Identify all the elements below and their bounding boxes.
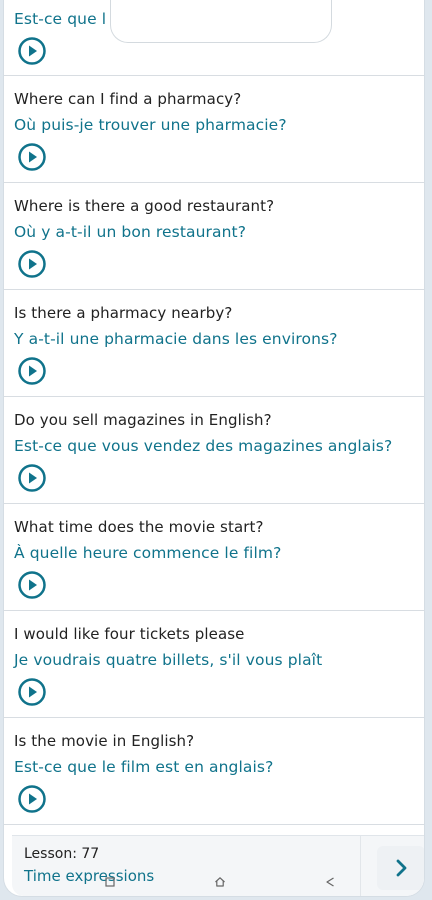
french-phrase: Je voudrais quatre billets, s'il vous pl… <box>14 651 323 669</box>
french-phrase: Est-ce que vous vendez des magazines ang… <box>14 437 393 455</box>
play-circle-icon <box>18 250 46 278</box>
phrase-item-3: Where is there a good restaurant? Où y a… <box>4 183 424 290</box>
english-phrase: Do you sell magazines in English? <box>14 411 272 429</box>
recent-apps-icon <box>105 877 115 887</box>
footer-separator <box>360 836 361 896</box>
play-circle-icon <box>18 678 46 706</box>
play-button[interactable] <box>17 570 47 600</box>
french-phrase: Où puis-je trouver une pharmacie? <box>14 116 287 134</box>
home-icon <box>215 877 225 887</box>
play-circle-icon <box>18 785 46 813</box>
french-phrase: Est-ce que le film est en anglais? <box>14 758 274 776</box>
phrase-item-5: Do you sell magazines in English? Est-ce… <box>4 397 424 504</box>
french-phrase: Où y a-t-il un bon restaurant? <box>14 223 247 241</box>
english-phrase: Is the movie in English? <box>14 732 195 750</box>
play-button[interactable] <box>17 142 47 172</box>
play-circle-icon <box>18 571 46 599</box>
french-phrase: Est-ce que l <box>14 10 107 28</box>
english-phrase: What time does the movie start? <box>14 518 264 536</box>
french-phrase: À quelle heure commence le film? <box>14 544 282 562</box>
play-button[interactable] <box>17 784 47 814</box>
recent-apps-button[interactable] <box>103 875 117 889</box>
phrase-item-8: Is the movie in English? Est-ce que le f… <box>4 718 424 825</box>
play-button[interactable] <box>17 249 47 279</box>
phrase-item-4: Is there a pharmacy nearby? Y a-t-il une… <box>4 290 424 397</box>
lesson-number: Lesson: 77 <box>24 846 100 862</box>
english-phrase: Where is there a good restaurant? <box>14 197 275 215</box>
phrase-item-2: Where can I find a pharmacy? Où puis-je … <box>4 76 424 183</box>
phrase-item-6: What time does the movie start? À quelle… <box>4 504 424 611</box>
top-notch <box>110 0 332 43</box>
english-phrase: I would like four tickets please <box>14 625 245 643</box>
phrase-item-7: I would like four tickets please Je voud… <box>4 611 424 718</box>
play-circle-icon <box>18 143 46 171</box>
play-circle-icon <box>18 37 46 65</box>
play-button[interactable] <box>17 36 47 66</box>
home-button[interactable] <box>213 875 227 889</box>
english-phrase: Is there a pharmacy nearby? <box>14 304 233 322</box>
play-button[interactable] <box>17 677 47 707</box>
lesson-phrase-screen: Est-ce que l Where can I find a pharmacy… <box>4 0 424 896</box>
play-button[interactable] <box>17 356 47 386</box>
play-circle-icon <box>18 357 46 385</box>
english-phrase: Where can I find a pharmacy? <box>14 90 242 108</box>
back-triangle-icon <box>326 877 334 887</box>
back-button[interactable] <box>323 875 337 889</box>
play-button[interactable] <box>17 463 47 493</box>
lesson-footer: Lesson: 77 Time expressions <box>12 835 424 896</box>
french-phrase: Y a-t-il une pharmacie dans les environs… <box>14 330 338 348</box>
chevron-right-icon <box>396 859 407 877</box>
play-circle-icon <box>18 464 46 492</box>
lesson-title: Time expressions <box>24 867 155 885</box>
next-lesson-button[interactable] <box>377 846 424 890</box>
phrase-list: Est-ce que l Where can I find a pharmacy… <box>4 0 424 825</box>
